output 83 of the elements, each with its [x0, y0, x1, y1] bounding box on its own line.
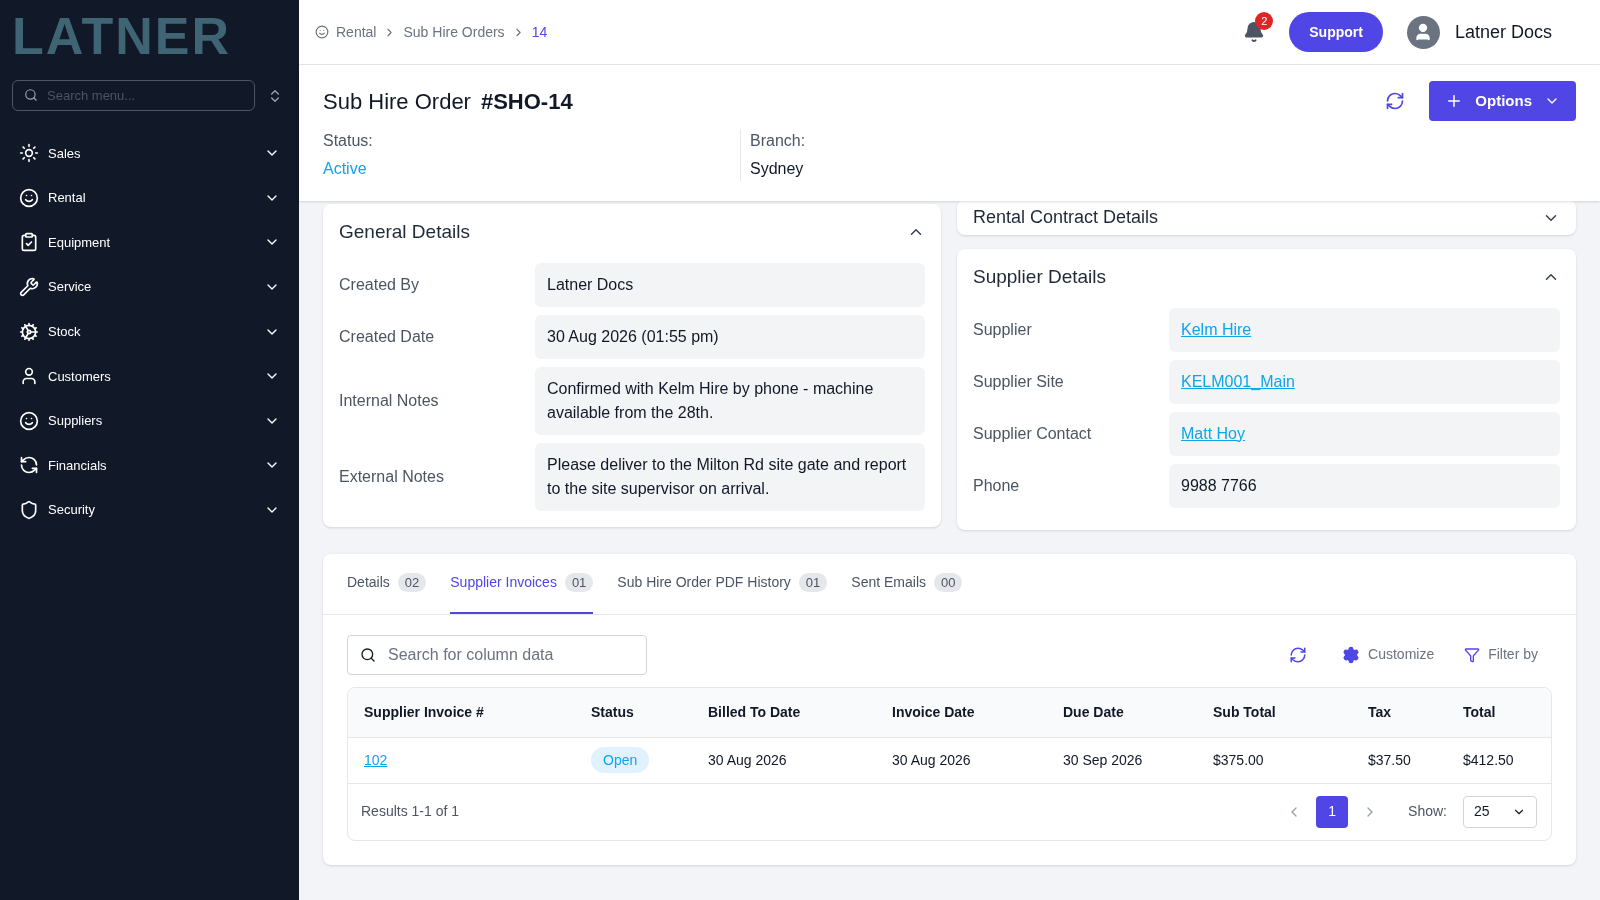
detail-label: Created Date [339, 326, 436, 347]
field-label: Status: [323, 131, 374, 151]
tab[interactable]: Details 02 [347, 553, 427, 614]
person-icon [19, 366, 39, 387]
sidebar-item[interactable]: Sales [0, 131, 299, 176]
avatar-icon[interactable] [1406, 15, 1440, 49]
sidebar-item[interactable]: Service [0, 264, 299, 310]
detail-label: Created By [339, 274, 421, 295]
tab[interactable]: Sub Hire Order PDF History 01 [617, 553, 828, 614]
tab[interactable]: Supplier Invoices 01 [450, 553, 594, 614]
column-header: Sub Total [1213, 702, 1277, 722]
search-icon [24, 88, 38, 102]
column-header: Total [1463, 702, 1497, 722]
table-cell-text: 30 Aug 2026 [892, 750, 972, 770]
support-button[interactable]: Support [1289, 12, 1383, 52]
sidebar-item[interactable]: Stock [0, 309, 299, 354]
column-header: Billed To Date [708, 702, 802, 722]
table-cell-text: $37.50 [1368, 750, 1412, 770]
table-cell-text: $412.50 [1463, 750, 1515, 770]
status-value: Active [323, 159, 368, 179]
search-field[interactable]: Search menu... [12, 80, 255, 111]
face-icon [315, 25, 329, 39]
detail-value: 30 Aug 2026 (01:55 pm) [535, 314, 925, 359]
detail-value: Please deliver to the Milton Rd site gate and report to the site supervisor on arrival. [535, 442, 925, 511]
search-icon [360, 646, 376, 663]
sidebar-item[interactable]: Suppliers [0, 398, 299, 444]
sun-icon [19, 143, 39, 164]
table-cell-text: 30 Sep 2026 [1063, 750, 1144, 770]
refresh-icon[interactable] [1289, 645, 1308, 664]
table-cell-text: $375.00 [1213, 750, 1265, 770]
gear-icon [19, 321, 39, 342]
cycle-icon [19, 455, 39, 476]
detail-label: Internal Notes [339, 390, 440, 411]
breadcrumb-link[interactable]: Sub Hire Orders [403, 21, 505, 43]
filter-button[interactable]: Filter by [1464, 644, 1538, 665]
field-value: Sydney [750, 159, 805, 179]
show-label: Show: [1408, 802, 1447, 821]
user-name: Latner Docs [1454, 20, 1552, 44]
face-icon [19, 410, 39, 431]
detail-label: Supplier [973, 319, 1033, 340]
detail-label: Supplier Contact [973, 423, 1093, 444]
detail-value: Confirmed with Kelm Hire by phone - machine available from the 28th. [535, 366, 925, 435]
sidebar-item[interactable]: Financials [0, 443, 299, 488]
refresh-icon[interactable] [1385, 91, 1406, 111]
page-size-select[interactable]: 25 [1463, 795, 1537, 828]
detail-label: Phone [973, 475, 1021, 496]
filter-icon [1464, 646, 1481, 663]
results-count: Results 1-1 of 1 [361, 802, 461, 821]
sidebar-item[interactable]: Equipment [0, 220, 299, 265]
sidebar-item[interactable]: Rental [0, 175, 299, 221]
breadcrumb-link[interactable]: Rental [336, 21, 377, 43]
column-header: Tax [1368, 702, 1393, 722]
shield-icon [19, 500, 39, 521]
wrench-icon [19, 277, 39, 298]
column-header: Status [591, 702, 635, 722]
customize-button[interactable]: Customize [1342, 644, 1435, 665]
gear-icon [1342, 645, 1361, 664]
column-header: Supplier Invoice # [364, 702, 485, 722]
detail-label: External Notes [339, 466, 445, 487]
options-button[interactable]: Options [1429, 81, 1576, 121]
detail-value: 9988 7766 [1181, 476, 1257, 494]
clipboard-icon [19, 232, 39, 253]
breadcrumb-link[interactable]: 14 [531, 21, 548, 43]
detail-label: Supplier Site [973, 371, 1065, 392]
sidebar-item[interactable]: Security [0, 487, 299, 533]
table-search-field[interactable]: Search for column data [347, 634, 647, 675]
column-header: Due Date [1063, 702, 1125, 722]
detail-value: Latner Docs [535, 262, 925, 307]
table-cell-text: 30 Aug 2026 [708, 750, 788, 770]
notification-badge: 2 [1255, 12, 1274, 30]
face-icon [19, 187, 39, 208]
logo: LATNER [12, 7, 231, 65]
sidebar-item[interactable]: Customers [0, 353, 299, 399]
tab[interactable]: Sent Emails 00 [851, 553, 963, 614]
page-title: Sub Hire Order [323, 87, 471, 116]
page-button[interactable]: 1 [1316, 795, 1349, 828]
status-badge: Open [591, 746, 650, 773]
field-label: Branch: [750, 131, 806, 151]
card-title: Supplier Details [973, 265, 1107, 289]
card-title: Rental Contract Details [973, 206, 1159, 229]
column-header: Invoice Date [892, 702, 976, 722]
card-title: General Details [339, 220, 470, 244]
order-number: #SHO-14 [480, 87, 573, 116]
